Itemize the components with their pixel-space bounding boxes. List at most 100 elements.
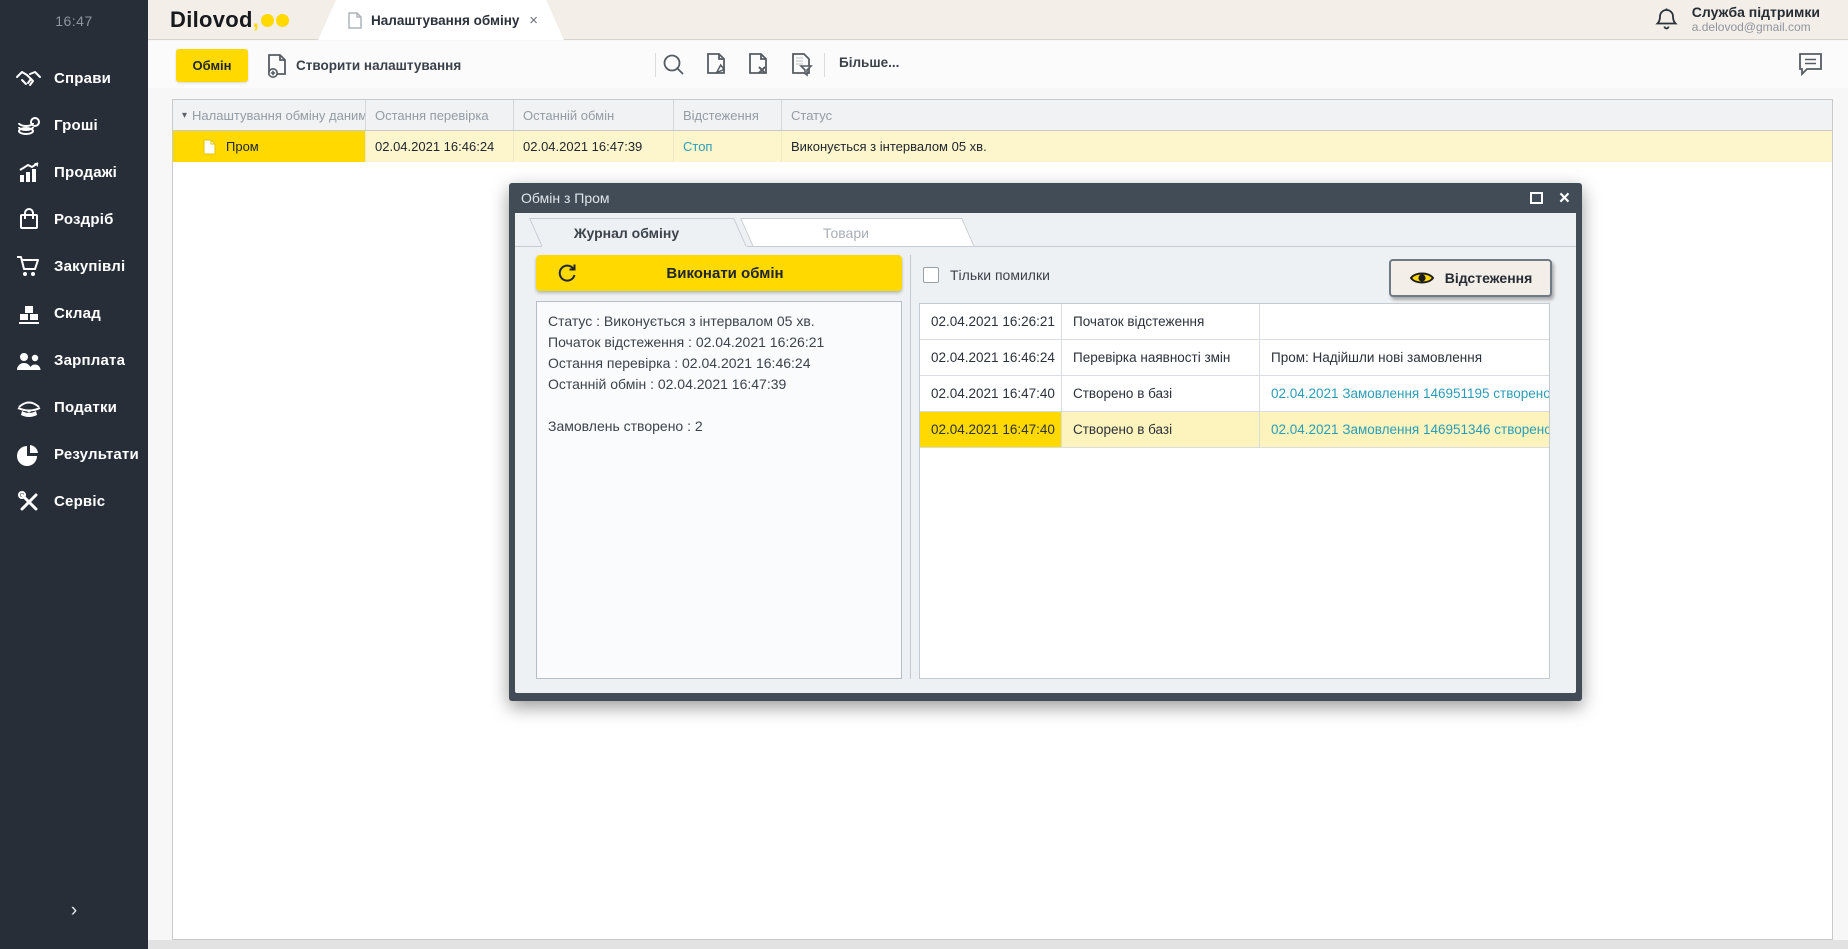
toolbar: Обмін Створити налаштування Більше... xyxy=(148,41,1848,88)
support-title: Служба підтримки xyxy=(1692,4,1820,20)
sidebar-item-label: Роздріб xyxy=(54,211,114,228)
last-check-cell: 02.04.2021 16:46:24 xyxy=(366,131,514,162)
column-header-label: Налаштування обміну даними xyxy=(192,108,366,123)
log-row-selected[interactable]: 02.04.2021 16:47:40 Створено в базі 02.0… xyxy=(920,412,1549,448)
sales-chart-icon xyxy=(15,161,42,185)
exchange-log-panel: Тільки помилки Відстеження 02.04.2021 16… xyxy=(919,247,1552,679)
log-time-cell: 02.04.2021 16:26:21 xyxy=(920,304,1062,339)
toolbar-separator xyxy=(824,53,825,77)
column-header-last-exchange[interactable]: Останній обмін xyxy=(514,100,674,130)
sidebar-item-label: Зарплата xyxy=(54,352,125,369)
column-header-tracking[interactable]: Відстеження xyxy=(674,100,782,130)
tab-close-icon[interactable]: × xyxy=(529,12,538,29)
shopping-bag-icon xyxy=(15,208,42,232)
create-settings-label: Створити налаштування xyxy=(296,58,461,73)
column-header-status[interactable]: Статус xyxy=(782,100,1832,130)
status-line: Остання перевірка : 02.04.2021 16:46:24 xyxy=(548,353,890,374)
setting-name-cell[interactable]: Пром xyxy=(173,131,366,162)
sidebar-item-hroshi[interactable]: Гроші xyxy=(0,102,148,149)
people-icon xyxy=(15,349,42,373)
support-block: Служба підтримки a.delovod@gmail.com xyxy=(1655,4,1820,34)
status-line: Початок відстеження : 02.04.2021 16:26:2… xyxy=(548,332,890,353)
sidebar-expand-chevron[interactable]: › xyxy=(0,900,148,922)
filter-document-icon[interactable] xyxy=(786,49,818,81)
dilovod-logo: Dilovod, xyxy=(170,7,289,33)
sidebar-item-podatky[interactable]: Податки xyxy=(0,384,148,431)
sidebar-item-servis[interactable]: Сервіс xyxy=(0,478,148,525)
table-header-row: ▾ Налаштування обміну даними Остання пере… xyxy=(173,100,1832,131)
close-icon[interactable]: × xyxy=(1559,189,1570,208)
refresh-icon xyxy=(556,262,578,284)
panel-splitter[interactable] xyxy=(910,255,911,679)
column-header-last-check[interactable]: Остання перевірка xyxy=(366,100,514,130)
cart-icon xyxy=(15,255,42,279)
sidebar-item-zakupivli[interactable]: Закупівлі xyxy=(0,243,148,290)
log-details-cell: Пром: Надійшли нові замовлення xyxy=(1260,340,1549,375)
sidebar-item-zarplata[interactable]: Зарплата xyxy=(0,337,148,384)
tab-label: Товари xyxy=(740,218,962,247)
log-row[interactable]: 02.04.2021 16:47:40 Створено в базі 02.0… xyxy=(920,376,1549,412)
log-time-cell: 02.04.2021 16:46:24 xyxy=(920,340,1062,375)
delete-document-icon[interactable] xyxy=(743,49,775,81)
log-row[interactable]: 02.04.2021 16:46:24 Перевірка наявності … xyxy=(920,340,1549,376)
logo-text: Dilovod xyxy=(170,7,253,32)
exchange-button[interactable]: Обмін xyxy=(176,49,248,82)
tracking-stop-link[interactable]: Стоп xyxy=(674,131,782,162)
sidebar-item-label: Справи xyxy=(54,70,111,87)
dialog-title: Обмін з Пром xyxy=(521,190,610,206)
sidebar-item-label: Сервіс xyxy=(54,493,105,510)
sidebar-item-rozdrib[interactable]: Роздріб xyxy=(0,196,148,243)
sidebar-item-sklad[interactable]: Склад xyxy=(0,290,148,337)
pie-chart-icon xyxy=(15,443,42,467)
sidebar-item-label: Закупівлі xyxy=(54,258,125,275)
sidebar-item-label: Результати xyxy=(54,446,139,463)
maximize-icon[interactable] xyxy=(1530,192,1543,204)
status-cell: Виконується з інтервалом 05 хв. xyxy=(782,131,1832,162)
exchange-dialog: Обмін з Пром × Журнал обміну Товари xyxy=(509,183,1582,701)
sidebar-item-rezultaty[interactable]: Результати xyxy=(0,431,148,478)
bell-icon[interactable] xyxy=(1655,7,1678,32)
edit-document-icon[interactable] xyxy=(701,49,733,81)
only-errors-checkbox[interactable]: Тільки помилки xyxy=(923,267,1050,283)
chat-icon[interactable] xyxy=(1797,51,1824,77)
logo-comma: , xyxy=(253,7,259,32)
log-row[interactable]: 02.04.2021 16:26:21 Початок відстеження xyxy=(920,304,1549,340)
sort-desc-icon: ▾ xyxy=(182,110,187,121)
sidebar-item-prodazhi[interactable]: Продажі xyxy=(0,149,148,196)
create-settings-button[interactable]: Створити налаштування xyxy=(266,49,461,82)
last-exchange-cell: 02.04.2021 16:47:39 xyxy=(514,131,674,162)
tab-products[interactable]: Товари xyxy=(740,218,962,247)
only-errors-label: Тільки помилки xyxy=(950,267,1050,283)
coins-icon xyxy=(15,114,42,138)
tracking-button[interactable]: Відстеження xyxy=(1389,259,1552,297)
search-icon[interactable] xyxy=(657,49,689,81)
document-add-icon xyxy=(266,53,288,79)
table-row[interactable]: Пром 02.04.2021 16:46:24 02.04.2021 16:4… xyxy=(173,131,1832,162)
tools-icon xyxy=(15,490,42,514)
dialog-tabs: Журнал обміну Товари xyxy=(529,218,962,247)
clock: 16:47 xyxy=(0,13,148,29)
log-order-link[interactable]: 02.04.2021 Замовлення 146951195 створено xyxy=(1260,376,1549,411)
checkbox-icon[interactable] xyxy=(923,267,939,283)
more-button[interactable]: Більше... xyxy=(839,55,899,70)
dialog-body: Виконати обмін Статус : Виконується з ін… xyxy=(515,247,1576,693)
dialog-content: Журнал обміну Товари Виконати обмін xyxy=(515,213,1576,693)
document-icon xyxy=(348,12,362,29)
setting-name: Пром xyxy=(226,139,259,154)
sidebar-item-label: Продажі xyxy=(54,164,117,181)
status-line: Статус : Виконується з інтервалом 05 хв. xyxy=(548,311,890,332)
sidebar: 16:47 Справи Гроші Продажі xyxy=(0,0,148,949)
document-tab[interactable]: Налаштування обміну даними × xyxy=(318,0,564,40)
dialog-titlebar[interactable]: Обмін з Пром × xyxy=(509,183,1582,213)
run-exchange-label: Виконати обмін xyxy=(578,265,872,282)
app-root: 16:47 Справи Гроші Продажі xyxy=(0,0,1848,949)
exchange-log-table: 02.04.2021 16:26:21 Початок відстеження … xyxy=(919,303,1550,679)
sidebar-item-spravy[interactable]: Справи xyxy=(0,55,148,102)
run-exchange-button[interactable]: Виконати обмін xyxy=(536,255,902,291)
column-header-settings[interactable]: ▾ Налаштування обміну даними xyxy=(173,100,366,130)
tracking-button-label: Відстеження xyxy=(1445,270,1533,286)
log-order-link[interactable]: 02.04.2021 Замовлення 146951346 створено xyxy=(1260,412,1549,447)
tab-exchange-log[interactable]: Журнал обміну xyxy=(529,218,734,247)
sidebar-item-label: Склад xyxy=(54,305,101,322)
logo-dot xyxy=(261,14,274,27)
